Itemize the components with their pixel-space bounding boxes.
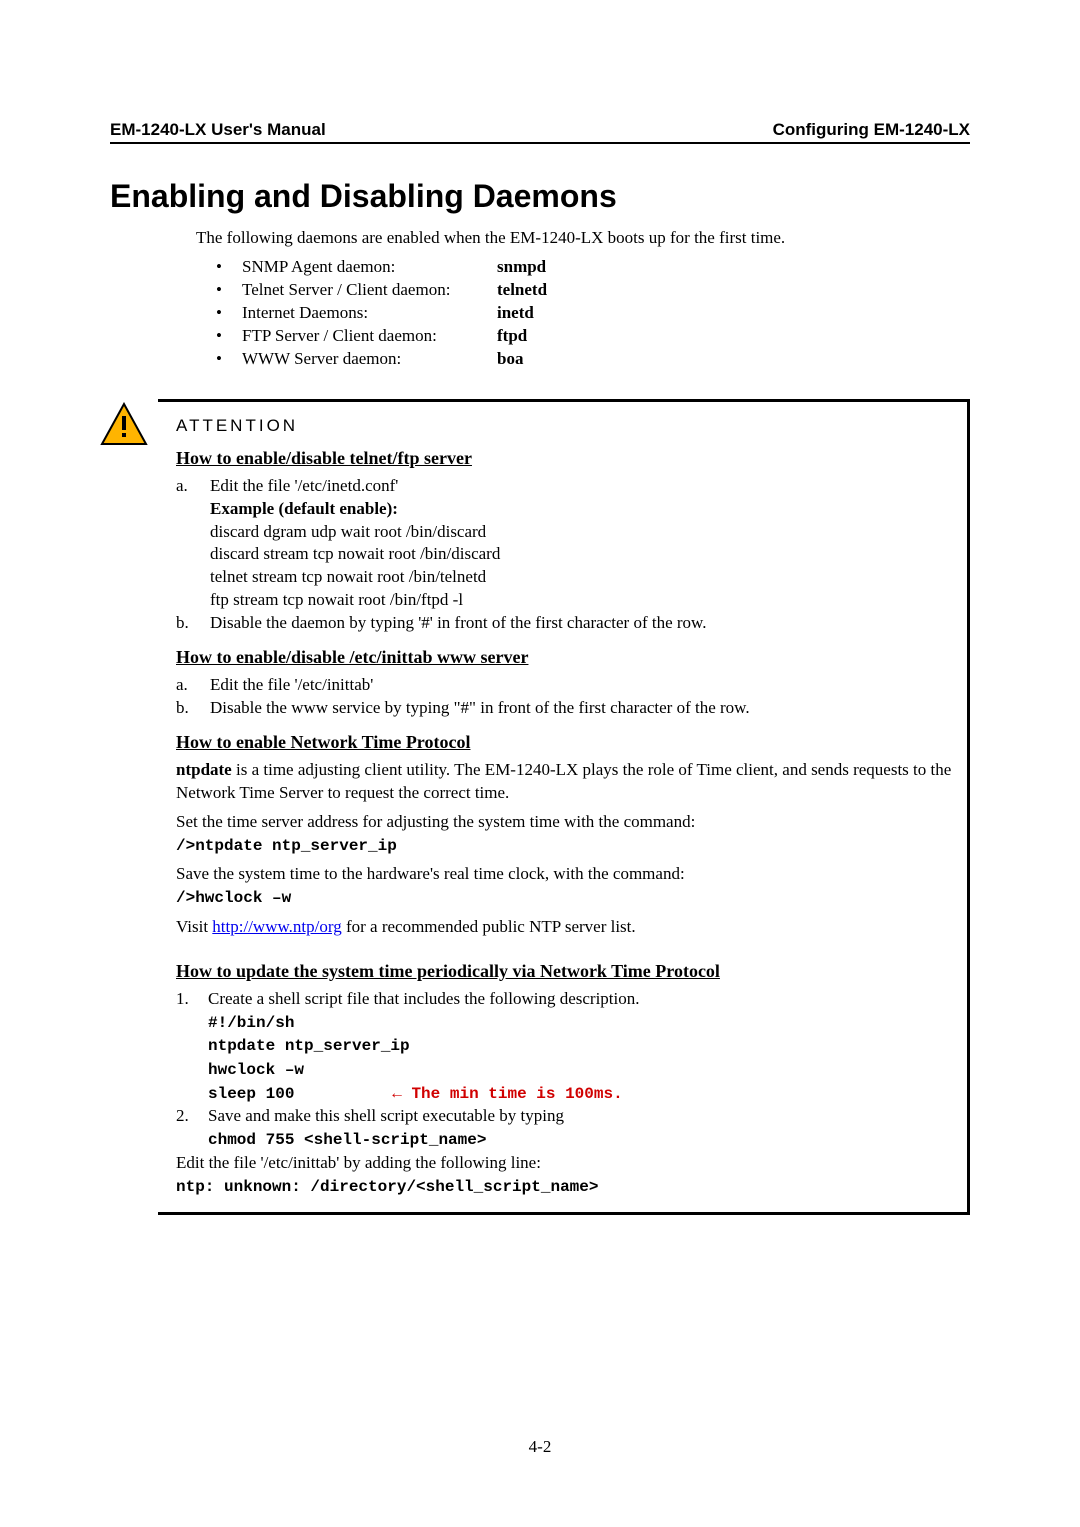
script-line: ntpdate ntp_server_ip [208, 1037, 410, 1055]
section-heading: How to enable Network Time Protocol [176, 732, 955, 753]
paragraph: Set the time server address for adjustin… [176, 811, 955, 858]
list-item: Telnet Server / Client daemon: telnetd [216, 279, 970, 302]
list-marker: a. [176, 674, 210, 697]
script-line: #!/bin/sh [208, 1014, 294, 1032]
header-left: EM-1240-LX User's Manual [110, 120, 326, 140]
list-content: Create a shell script file that includes… [208, 988, 955, 1105]
daemon-label: WWW Server daemon: [242, 348, 497, 371]
daemon-name: boa [497, 348, 523, 371]
script-line: hwclock –w [208, 1061, 304, 1079]
list-item: SNMP Agent daemon: snmpd [216, 256, 970, 279]
list-item: 1. Create a shell script file that inclu… [176, 988, 955, 1105]
daemon-name: inetd [497, 302, 534, 325]
attention-box: ATTENTION How to enable/disable telnet/f… [158, 399, 970, 1216]
script-line: sleep 100 [208, 1084, 388, 1106]
text: Set the time server address for adjustin… [176, 812, 695, 831]
text: Visit [176, 917, 212, 936]
daemon-name: snmpd [497, 256, 546, 279]
daemon-label: FTP Server / Client daemon: [242, 325, 497, 348]
list-item: b. Disable the www service by typing "#"… [176, 697, 955, 720]
code-line: telnet stream tcp nowait root /bin/telne… [210, 567, 486, 586]
ordered-list: a. Edit the file '/etc/inetd.conf' Examp… [176, 475, 955, 636]
code-line: ftp stream tcp nowait root /bin/ftpd -l [210, 590, 463, 609]
page-header: EM-1240-LX User's Manual Configuring EM-… [110, 120, 970, 144]
text: Edit the file '/etc/inetd.conf' [210, 476, 398, 495]
daemon-label: Telnet Server / Client daemon: [242, 279, 497, 302]
page-number: 4-2 [0, 1437, 1080, 1457]
header-right: Configuring EM-1240-LX [773, 120, 970, 140]
example-label: Example (default enable): [210, 499, 398, 518]
daemon-list: SNMP Agent daemon: snmpd Telnet Server /… [216, 256, 970, 371]
intro-text: The following daemons are enabled when t… [196, 227, 970, 250]
page-title: Enabling and Disabling Daemons [110, 178, 970, 215]
section-heading: How to update the system time periodical… [176, 961, 955, 982]
numbered-list: 1. Create a shell script file that inclu… [176, 988, 955, 1152]
ordered-list: a. Edit the file '/etc/inittab' b. Disab… [176, 674, 955, 720]
text: is a time adjusting client utility. The … [176, 760, 951, 802]
term-ntpdate: ntpdate [176, 760, 232, 779]
section-heading: How to enable/disable telnet/ftp server [176, 448, 955, 469]
list-item: FTP Server / Client daemon: ftpd [216, 325, 970, 348]
list-item: a. Edit the file '/etc/inetd.conf' Examp… [176, 475, 955, 613]
paragraph: Visit http://www.ntp/org for a recommend… [176, 916, 955, 939]
list-content: Edit the file '/etc/inittab' [210, 674, 955, 697]
daemon-name: ftpd [497, 325, 527, 348]
command: />ntpdate ntp_server_ip [176, 837, 397, 855]
list-item: Internet Daemons: inetd [216, 302, 970, 325]
list-marker: b. [176, 612, 210, 635]
inline-note: ← The min time is 100ms. [392, 1085, 622, 1103]
command: chmod 755 <shell-script_name> [208, 1131, 486, 1149]
text: Edit the file '/etc/inittab' by adding t… [176, 1153, 541, 1172]
text: Create a shell script file that includes… [208, 989, 640, 1008]
daemon-name: telnetd [497, 279, 547, 302]
daemon-label: SNMP Agent daemon: [242, 256, 497, 279]
warning-triangle-icon [100, 402, 148, 451]
code-line: discard dgram udp wait root /bin/discard [210, 522, 486, 541]
list-item: 2. Save and make this shell script execu… [176, 1105, 955, 1152]
list-item: WWW Server daemon: boa [216, 348, 970, 371]
list-item: b. Disable the daemon by typing '#' in f… [176, 612, 955, 635]
list-marker: b. [176, 697, 210, 720]
command: />hwclock –w [176, 889, 291, 907]
daemon-label: Internet Daemons: [242, 302, 497, 325]
list-content: Edit the file '/etc/inetd.conf' Example … [210, 475, 955, 613]
list-marker: 1. [176, 988, 208, 1105]
command: ntp: unknown: /directory/<shell_script_n… [176, 1178, 598, 1196]
list-marker: 2. [176, 1105, 208, 1152]
manual-page: EM-1240-LX User's Manual Configuring EM-… [0, 0, 1080, 1527]
paragraph: Save the system time to the hardware's r… [176, 863, 955, 910]
attention-label: ATTENTION [176, 416, 955, 436]
paragraph: Edit the file '/etc/inittab' by adding t… [176, 1152, 955, 1199]
section-heading: How to enable/disable /etc/inittab www s… [176, 647, 955, 668]
list-content: Disable the www service by typing "#" in… [210, 697, 955, 720]
code-line: discard stream tcp nowait root /bin/disc… [210, 544, 500, 563]
paragraph: ntpdate is a time adjusting client utili… [176, 759, 955, 805]
list-content: Disable the daemon by typing '#' in fron… [210, 612, 955, 635]
text: Save the system time to the hardware's r… [176, 864, 685, 883]
list-content: Save and make this shell script executab… [208, 1105, 955, 1152]
list-item: a. Edit the file '/etc/inittab' [176, 674, 955, 697]
text: Save and make this shell script executab… [208, 1106, 564, 1125]
text: for a recommended public NTP server list… [342, 917, 636, 936]
list-marker: a. [176, 475, 210, 613]
ntp-link[interactable]: http://www.ntp/org [212, 917, 341, 936]
